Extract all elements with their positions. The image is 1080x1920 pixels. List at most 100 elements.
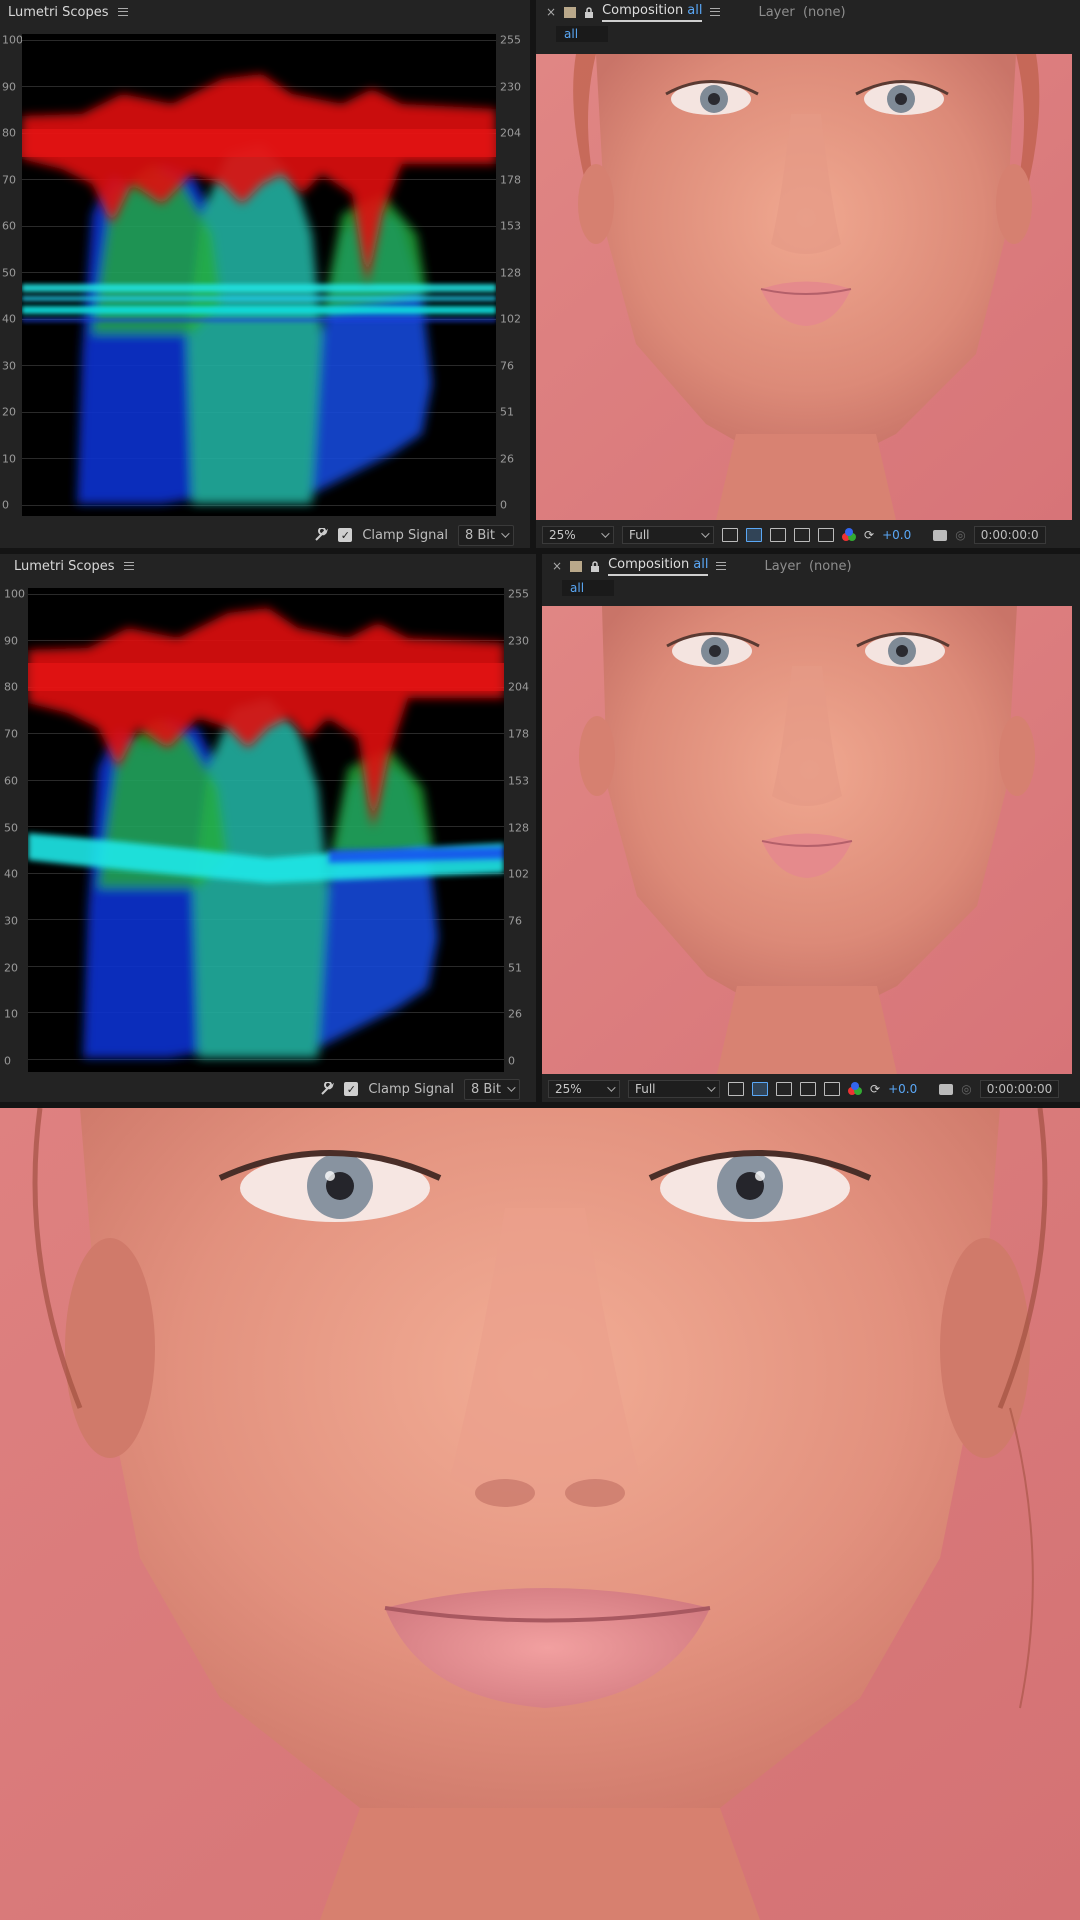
tick-label: 90: [2, 80, 16, 93]
lumetri-scopes-panel-1: Lumetri Scopes 100 90 80 70 60 50 40 30 …: [0, 0, 530, 548]
tick-label: 51: [508, 961, 522, 975]
tick-label: 50: [2, 266, 16, 279]
timecode[interactable]: 0:00:00:00: [979, 1080, 1060, 1098]
tick-label: 26: [500, 452, 514, 465]
panel-title: Lumetri Scopes: [14, 558, 115, 574]
zoom-dropdown[interactable]: 25%: [542, 526, 614, 544]
timecode[interactable]: 0:00:00:0: [973, 526, 1046, 544]
transparency-grid-icon[interactable]: [752, 1082, 768, 1096]
tab-composition[interactable]: Composition all: [602, 2, 703, 22]
zoom-value: 25%: [555, 1082, 582, 1096]
chevron-down-icon: [707, 1083, 716, 1092]
tick-label: 255: [500, 33, 521, 47]
tick-label: 90: [4, 634, 18, 648]
exposure-value[interactable]: +0.0: [888, 1082, 917, 1096]
waveform-display: [28, 588, 504, 1072]
resolution-dropdown[interactable]: Full: [622, 526, 714, 544]
composition-viewer[interactable]: [536, 54, 1072, 520]
tab-layer[interactable]: Layer (none): [758, 5, 845, 20]
clamp-signal-label: Clamp Signal: [368, 1081, 454, 1097]
snapshot-camera-icon[interactable]: [933, 529, 948, 541]
subtab-all[interactable]: all: [556, 26, 608, 42]
layer-tab-value: (none): [808, 558, 852, 574]
chevron-down-icon: [501, 529, 510, 538]
composition-viewer[interactable]: [542, 606, 1072, 1074]
grid-icon[interactable]: [818, 528, 834, 542]
tick-label: 100: [4, 587, 25, 601]
composition-color-swatch: [564, 6, 577, 18]
mask-path-icon[interactable]: [776, 1082, 792, 1096]
wrench-icon[interactable]: [320, 1082, 335, 1096]
tick-label: 76: [508, 914, 522, 928]
grid-icon[interactable]: [824, 1082, 840, 1096]
composition-tab-label: Composition: [608, 556, 690, 572]
tick-label: 26: [508, 1007, 522, 1021]
tick-label: 20: [2, 405, 16, 419]
show-snapshot-icon[interactable]: ◎: [961, 1082, 971, 1096]
menu-icon[interactable]: [118, 8, 129, 16]
menu-icon[interactable]: [124, 562, 135, 570]
clamp-signal-checkbox-icon[interactable]: ✓: [344, 1082, 359, 1096]
tick-label: 230: [508, 634, 529, 648]
wrench-icon[interactable]: [314, 528, 329, 542]
zoom-dropdown[interactable]: 25%: [548, 1080, 620, 1098]
zoomed-portrait-view: [0, 1108, 1080, 1920]
tick-label: 128: [500, 266, 521, 279]
close-icon[interactable]: ×: [546, 5, 556, 19]
region-of-interest-icon[interactable]: [722, 528, 738, 542]
chevron-down-icon: [601, 529, 610, 538]
bit-depth-value: 8 Bit: [464, 527, 495, 543]
lock-icon[interactable]: [590, 560, 600, 572]
reset-exposure-icon[interactable]: ⟳: [870, 1082, 880, 1096]
tick-label: 0: [4, 1054, 11, 1068]
chevron-down-icon: [701, 529, 710, 538]
bit-depth-dropdown[interactable]: 8 Bit: [463, 1078, 520, 1100]
portrait-closeup-image: [0, 1108, 1080, 1920]
composition-tab-bar: × Composition all Layer (none): [542, 554, 1080, 578]
tab-composition[interactable]: Composition all: [608, 556, 709, 576]
guides-icon[interactable]: [800, 1082, 816, 1096]
tick-label: 10: [4, 1007, 18, 1021]
tab-layer[interactable]: Layer (none): [764, 559, 851, 574]
tick-label: 230: [500, 80, 521, 93]
right-tick-labels: 255 230 204 178 153 128 102 76 51 26 0: [500, 34, 526, 512]
region-of-interest-icon[interactable]: [728, 1082, 744, 1096]
composition-tab-name: all: [687, 2, 703, 18]
tick-label: 76: [500, 359, 514, 372]
composition-tab-label: Composition: [602, 2, 684, 18]
waveform-graphic: [22, 74, 496, 504]
tick-label: 40: [2, 312, 16, 326]
left-tick-labels: 100 90 80 70 60 50 40 30 20 10 0: [4, 588, 30, 1068]
guides-icon[interactable]: [794, 528, 810, 542]
exposure-value[interactable]: +0.0: [882, 528, 911, 542]
channel-rgb-icon[interactable]: [842, 528, 856, 542]
bit-depth-value: 8 Bit: [470, 1081, 501, 1097]
tick-label: 178: [508, 727, 529, 741]
resolution-dropdown[interactable]: Full: [628, 1080, 720, 1098]
scope-footer: ✓ Clamp Signal 8 Bit: [0, 522, 530, 548]
menu-icon[interactable]: [710, 8, 721, 16]
layer-tab-value: (none): [802, 4, 846, 20]
tick-label: 204: [500, 126, 521, 140]
subtab-all[interactable]: all: [562, 580, 614, 596]
menu-icon[interactable]: [716, 562, 727, 570]
reset-exposure-icon[interactable]: ⟳: [864, 528, 874, 542]
chevron-down-icon: [507, 1083, 516, 1092]
bit-depth-dropdown[interactable]: 8 Bit: [457, 524, 514, 546]
clamp-signal-checkbox-icon[interactable]: ✓: [338, 528, 353, 542]
panel-title: Lumetri Scopes: [8, 4, 109, 20]
tick-label: 128: [508, 821, 529, 834]
tick-label: 51: [500, 405, 514, 419]
channel-rgb-icon[interactable]: [848, 1082, 862, 1096]
clamp-signal-label: Clamp Signal: [362, 527, 448, 543]
show-snapshot-icon[interactable]: ◎: [955, 528, 965, 542]
tick-label: 255: [508, 587, 529, 601]
snapshot-camera-icon[interactable]: [939, 1083, 954, 1095]
viewer-footer: 25% Full ⟳ +0.0 ◎ 0:00:00:00: [542, 1076, 1080, 1102]
close-icon[interactable]: ×: [552, 559, 562, 573]
mask-path-icon[interactable]: [770, 528, 786, 542]
composition-panel-2: × Composition all Layer (none) all 25% F…: [542, 554, 1080, 1102]
tick-label: 60: [2, 219, 16, 233]
lock-icon[interactable]: [584, 6, 594, 18]
transparency-grid-icon[interactable]: [746, 528, 762, 542]
